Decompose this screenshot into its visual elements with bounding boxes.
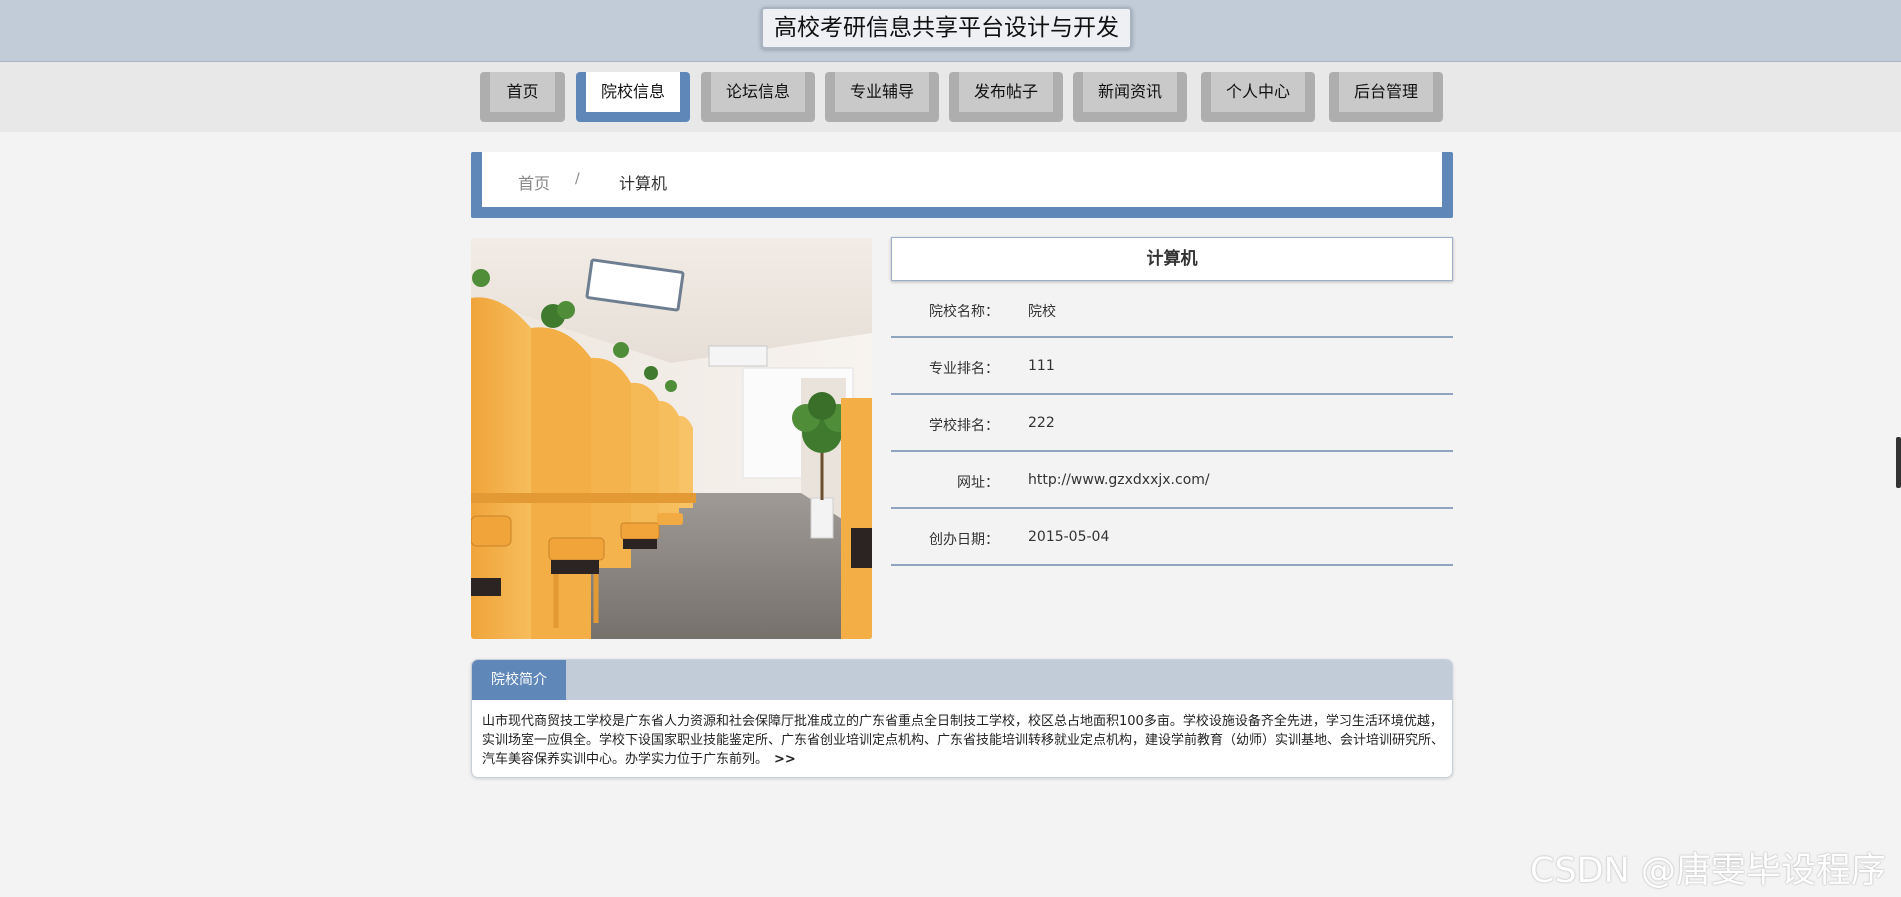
detail-row-founded-date: 创办日期： 2015-05-04: [891, 509, 1453, 566]
detail-label: 院校名称：: [929, 304, 999, 320]
nav-item-label: 论坛信息: [711, 72, 805, 112]
site-title: 高校考研信息共享平台设计与开发: [761, 7, 1132, 49]
intro-tab[interactable]: 院校简介: [472, 660, 566, 700]
detail-row-college-name: 院校名称： 院校: [891, 281, 1453, 338]
nav-item-tutoring[interactable]: 专业辅导: [825, 72, 939, 122]
nav-item-colleges[interactable]: 院校信息: [576, 72, 690, 122]
detail-value: 院校: [1028, 304, 1056, 320]
read-more-link[interactable]: >>: [774, 752, 796, 767]
nav-item-label: 发布帖子: [959, 72, 1053, 112]
detail-value: 222: [1028, 415, 1055, 431]
nav-item-profile[interactable]: 个人中心: [1201, 72, 1315, 122]
website-link[interactable]: http://www.gzxdxxjx.com/: [1028, 472, 1210, 488]
nav-item-post[interactable]: 发布帖子: [949, 72, 1063, 122]
detail-row-major-rank: 专业排名： 111: [891, 338, 1453, 395]
nav-item-label: 首页: [490, 72, 555, 112]
nav-item-admin[interactable]: 后台管理: [1329, 72, 1443, 122]
detail-value: 2015-05-04: [1028, 529, 1110, 545]
detail-label: 学校排名：: [929, 418, 999, 434]
breadcrumb-current: 计算机: [619, 174, 668, 193]
intro-text: 山市现代商贸技工学校是广东省人力资源和社会保障厅批准成立的广东省重点全日制技工学…: [482, 714, 1445, 767]
watermark: CSDN @唐雯毕设程序: [1530, 851, 1886, 891]
detail-row-school-rank: 学校排名： 222: [891, 395, 1453, 452]
detail-title: 计算机: [891, 237, 1453, 281]
intro-text-block: 山市现代商贸技工学校是广东省人力资源和社会保障厅批准成立的广东省重点全日制技工学…: [482, 712, 1448, 769]
breadcrumb-separator: /: [575, 171, 580, 187]
breadcrumb-home-link[interactable]: 首页: [518, 170, 550, 194]
intro-header: 院校简介: [472, 660, 1452, 700]
main-nav: 首页 院校信息 论坛信息 专业辅导 发布帖子 新闻资讯 个人中心 后台管理: [0, 62, 1901, 132]
scrollbar-thumb[interactable]: [1896, 437, 1901, 488]
detail-row-website: 网址： http://www.gzxdxxjx.com/: [891, 452, 1453, 509]
college-intro-panel: 院校简介 山市现代商贸技工学校是广东省人力资源和社会保障厅批准成立的广东省重点全…: [471, 659, 1453, 778]
nav-item-forum[interactable]: 论坛信息: [701, 72, 815, 122]
nav-item-label: 个人中心: [1211, 72, 1305, 112]
detail-label: 专业排名：: [929, 361, 999, 377]
college-photo: [471, 238, 872, 639]
breadcrumb: 首页 / 计算机: [471, 152, 1453, 218]
detail-value: 111: [1028, 358, 1055, 374]
nav-item-home[interactable]: 首页: [480, 72, 565, 122]
detail-label: 网址：: [957, 475, 999, 491]
study-room-image: [471, 238, 872, 639]
nav-item-label: 院校信息: [586, 72, 680, 112]
nav-item-label: 后台管理: [1339, 72, 1433, 112]
site-header: 高校考研信息共享平台设计与开发: [0, 0, 1901, 62]
nav-item-news[interactable]: 新闻资讯: [1073, 72, 1187, 122]
nav-item-label: 新闻资讯: [1083, 72, 1177, 112]
nav-item-label: 专业辅导: [835, 72, 929, 112]
detail-label: 创办日期：: [929, 532, 999, 548]
